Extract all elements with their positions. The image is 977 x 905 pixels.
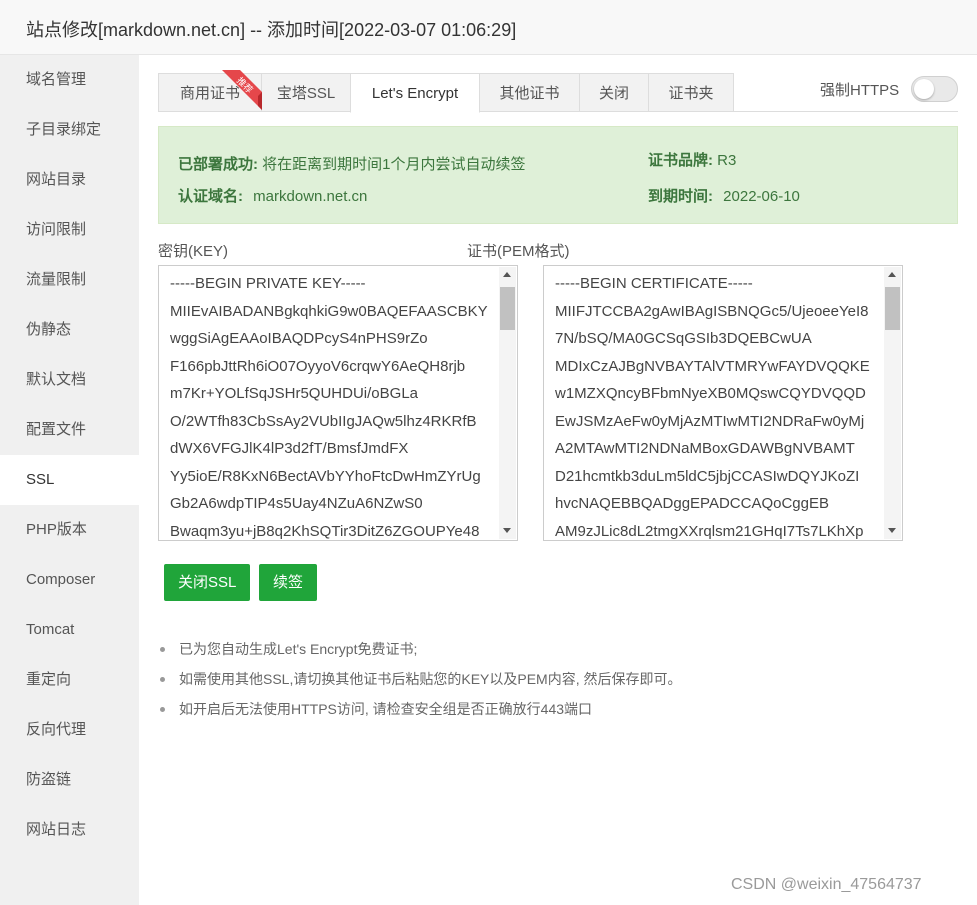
sidebar-item-reverse-proxy[interactable]: 反向代理 [0, 705, 139, 755]
sidebar-item-domain[interactable]: 域名管理 [0, 55, 139, 105]
key-line: O/2WTfh83CbSsAy2VUbIIgJAQw5lhz4RKRfB [170, 412, 477, 430]
key-line: Yy5ioE/R8KxN6BectAVbYYhoFtcDwHmZYrUg [170, 467, 481, 485]
deployed-status: 已部署成功: 将在距离到期时间1个月内尝试自动续签 [178, 153, 526, 174]
tip-item: 如需使用其他SSL,请切换其他证书后粘贴您的KEY以及PEM内容, 然后保存即可… [158, 668, 958, 698]
scroll-up-arrow-icon[interactable] [888, 272, 896, 277]
dialog-titlebar: 站点修改[markdown.net.cn] -- 添加时间[2022-03-07… [0, 0, 977, 55]
tab-close[interactable]: 关闭 [579, 73, 649, 112]
key-line: Gb2A6wdpTIP4s5Uay4NZuA6NZwS0 [170, 495, 423, 512]
cert-line: w1MZXQncyBFbmNyeXB0MQswCQYDVQQD [555, 385, 866, 402]
cert-line: MDIxCzAJBgNVBAYTAlVTMRYwFAYDVQQKE [555, 357, 870, 375]
bullet-icon [160, 647, 165, 652]
sidebar-item-hotlink[interactable]: 防盗链 [0, 755, 139, 805]
key-line: F166pbJttRh6iO07OyyoV6crqwY6AeQH8rjb [170, 357, 466, 375]
key-field-label: 密钥(KEY) [158, 243, 229, 260]
key-scrollbar[interactable] [499, 267, 516, 539]
tips-list: 已为您自动生成Let's Encrypt免费证书; 如需使用其他SSL,请切换其… [158, 638, 958, 728]
key-line: -----BEGIN PRIVATE KEY----- [170, 275, 366, 292]
cert-line: AM9zJLic8dL2tmgXXrqlsm21GHqI7Ts7LKhXp [555, 522, 864, 540]
deployment-status-box: 已部署成功: 将在距离到期时间1个月内尝试自动续签 认证域名: markdown… [158, 126, 958, 224]
certificate-textarea[interactable]: -----BEGIN CERTIFICATE----- MIIFJTCCBA2g… [543, 265, 903, 541]
cert-line: D21hcmtkb3duLm5ldC5jbjCCASIwDQYJKoZI [555, 467, 860, 485]
bullet-icon [160, 707, 165, 712]
cert-brand: 证书品牌: R3 [648, 149, 736, 170]
cert-line: MIIFJTCCBA2gAwIBAgISBNQGc5/UjeoeeYeI8 [555, 302, 869, 320]
sidebar-item-composer[interactable]: Composer [0, 555, 139, 605]
cert-field-label: 证书(PEM格式) [467, 243, 570, 260]
bullet-icon [160, 677, 165, 682]
tab-commercial-cert[interactable]: 商用证书 [158, 73, 262, 112]
cert-line: A2MTAwMTI2NDNaMBoxGDAWBgNVBAMT [555, 440, 855, 457]
sidebar-item-site-log[interactable]: 网站日志 [0, 805, 139, 855]
key-line: wggSiAgEAAoIBAQDPcyS4nPHS9rZo [170, 330, 428, 347]
sidebar-item-rewrite[interactable]: 伪静态 [0, 305, 139, 355]
tab-cert-folder[interactable]: 证书夹 [648, 73, 734, 112]
tab-other-cert[interactable]: 其他证书 [479, 73, 580, 112]
tab-lets-encrypt[interactable]: Let's Encrypt [350, 73, 480, 113]
sidebar: 域名管理 子目录绑定 网站目录 访问限制 流量限制 伪静态 默认文档 配置文件 … [0, 55, 139, 905]
expire-value: 2022-06-10 [723, 188, 800, 205]
scroll-thumb[interactable] [500, 287, 515, 330]
sidebar-item-config-file[interactable]: 配置文件 [0, 405, 139, 455]
brand-label: 证书品牌: [648, 152, 713, 169]
key-line: m7Kr+YOLfSqJSHr5QUHDUi/oBGLa [170, 385, 418, 402]
scroll-down-arrow-icon[interactable] [503, 528, 511, 533]
sidebar-item-subdirectory[interactable]: 子目录绑定 [0, 105, 139, 155]
key-line: dWX6VFGJlK4lP3d2fT/BmsfJmdFX [170, 440, 409, 457]
scroll-thumb[interactable] [885, 287, 900, 330]
sidebar-item-php-version[interactable]: PHP版本 [0, 505, 139, 555]
renew-button[interactable]: 续签 [259, 564, 318, 601]
sidebar-item-ssl[interactable]: SSL [0, 455, 139, 505]
tab-baota-ssl[interactable]: 宝塔SSL [261, 73, 351, 112]
cert-scrollbar[interactable] [884, 267, 901, 539]
tip-text: 如需使用其他SSL,请切换其他证书后粘贴您的KEY以及PEM内容, 然后保存即可… [179, 671, 682, 687]
auth-domain: 认证域名: markdown.net.cn [178, 185, 367, 206]
sidebar-item-default-doc[interactable]: 默认文档 [0, 355, 139, 405]
expire-label: 到期时间: [648, 188, 713, 205]
expire-date: 到期时间: 2022-06-10 [648, 185, 800, 206]
deployed-label: 已部署成功: [178, 156, 258, 173]
scroll-up-arrow-icon[interactable] [503, 272, 511, 277]
close-ssl-button[interactable]: 关闭SSL [164, 564, 251, 601]
tip-text: 已为您自动生成Let's Encrypt免费证书; [179, 641, 418, 657]
domain-value: markdown.net.cn [253, 188, 368, 205]
dialog-title: 站点修改[markdown.net.cn] -- 添加时间[2022-03-07… [26, 20, 517, 40]
private-key-textarea[interactable]: -----BEGIN PRIVATE KEY----- MIIEvAIBADAN… [158, 265, 518, 541]
sidebar-item-traffic-limit[interactable]: 流量限制 [0, 255, 139, 305]
force-https-label: 强制HTTPS [820, 82, 900, 99]
toggle-knob [914, 79, 934, 99]
tip-text: 如开启后无法使用HTTPS访问, 请检查安全组是否正确放行443端口 [179, 701, 593, 717]
key-line: MIIEvAIBADANBgkqhkiG9w0BAQEFAASCBKY [170, 302, 488, 320]
cert-line: EwJSMzAeFw0yMjAzMTIwMTI2NDRaFw0yMj [555, 412, 865, 430]
scroll-down-arrow-icon[interactable] [888, 528, 896, 533]
cert-line: 7N/bSQ/MA0GCSqGSIb3DQEBCwUA [555, 330, 812, 347]
sidebar-item-redirect[interactable]: 重定向 [0, 655, 139, 705]
cert-line: -----BEGIN CERTIFICATE----- [555, 275, 753, 292]
cert-line: hvcNAQEBBQADggEPADCCAQoCggEB [555, 495, 829, 512]
sidebar-item-tomcat[interactable]: Tomcat [0, 605, 139, 655]
force-https-toggle[interactable] [911, 76, 958, 102]
tip-item: 如开启后无法使用HTTPS访问, 请检查安全组是否正确放行443端口 [158, 698, 958, 728]
sidebar-item-site-directory[interactable]: 网站目录 [0, 155, 139, 205]
key-line: Bwaqm3yu+jB8q2KhSQTir3DitZ6ZGOUPYe48 [170, 522, 480, 540]
sidebar-item-access-limit[interactable]: 访问限制 [0, 205, 139, 255]
deployed-text: 将在距离到期时间1个月内尝试自动续签 [262, 156, 526, 173]
tip-item: 已为您自动生成Let's Encrypt免费证书; [158, 638, 958, 668]
domain-label: 认证域名: [178, 188, 243, 205]
csdn-watermark: CSDN @weixin_47564737 [731, 876, 922, 893]
brand-value: R3 [717, 152, 737, 169]
